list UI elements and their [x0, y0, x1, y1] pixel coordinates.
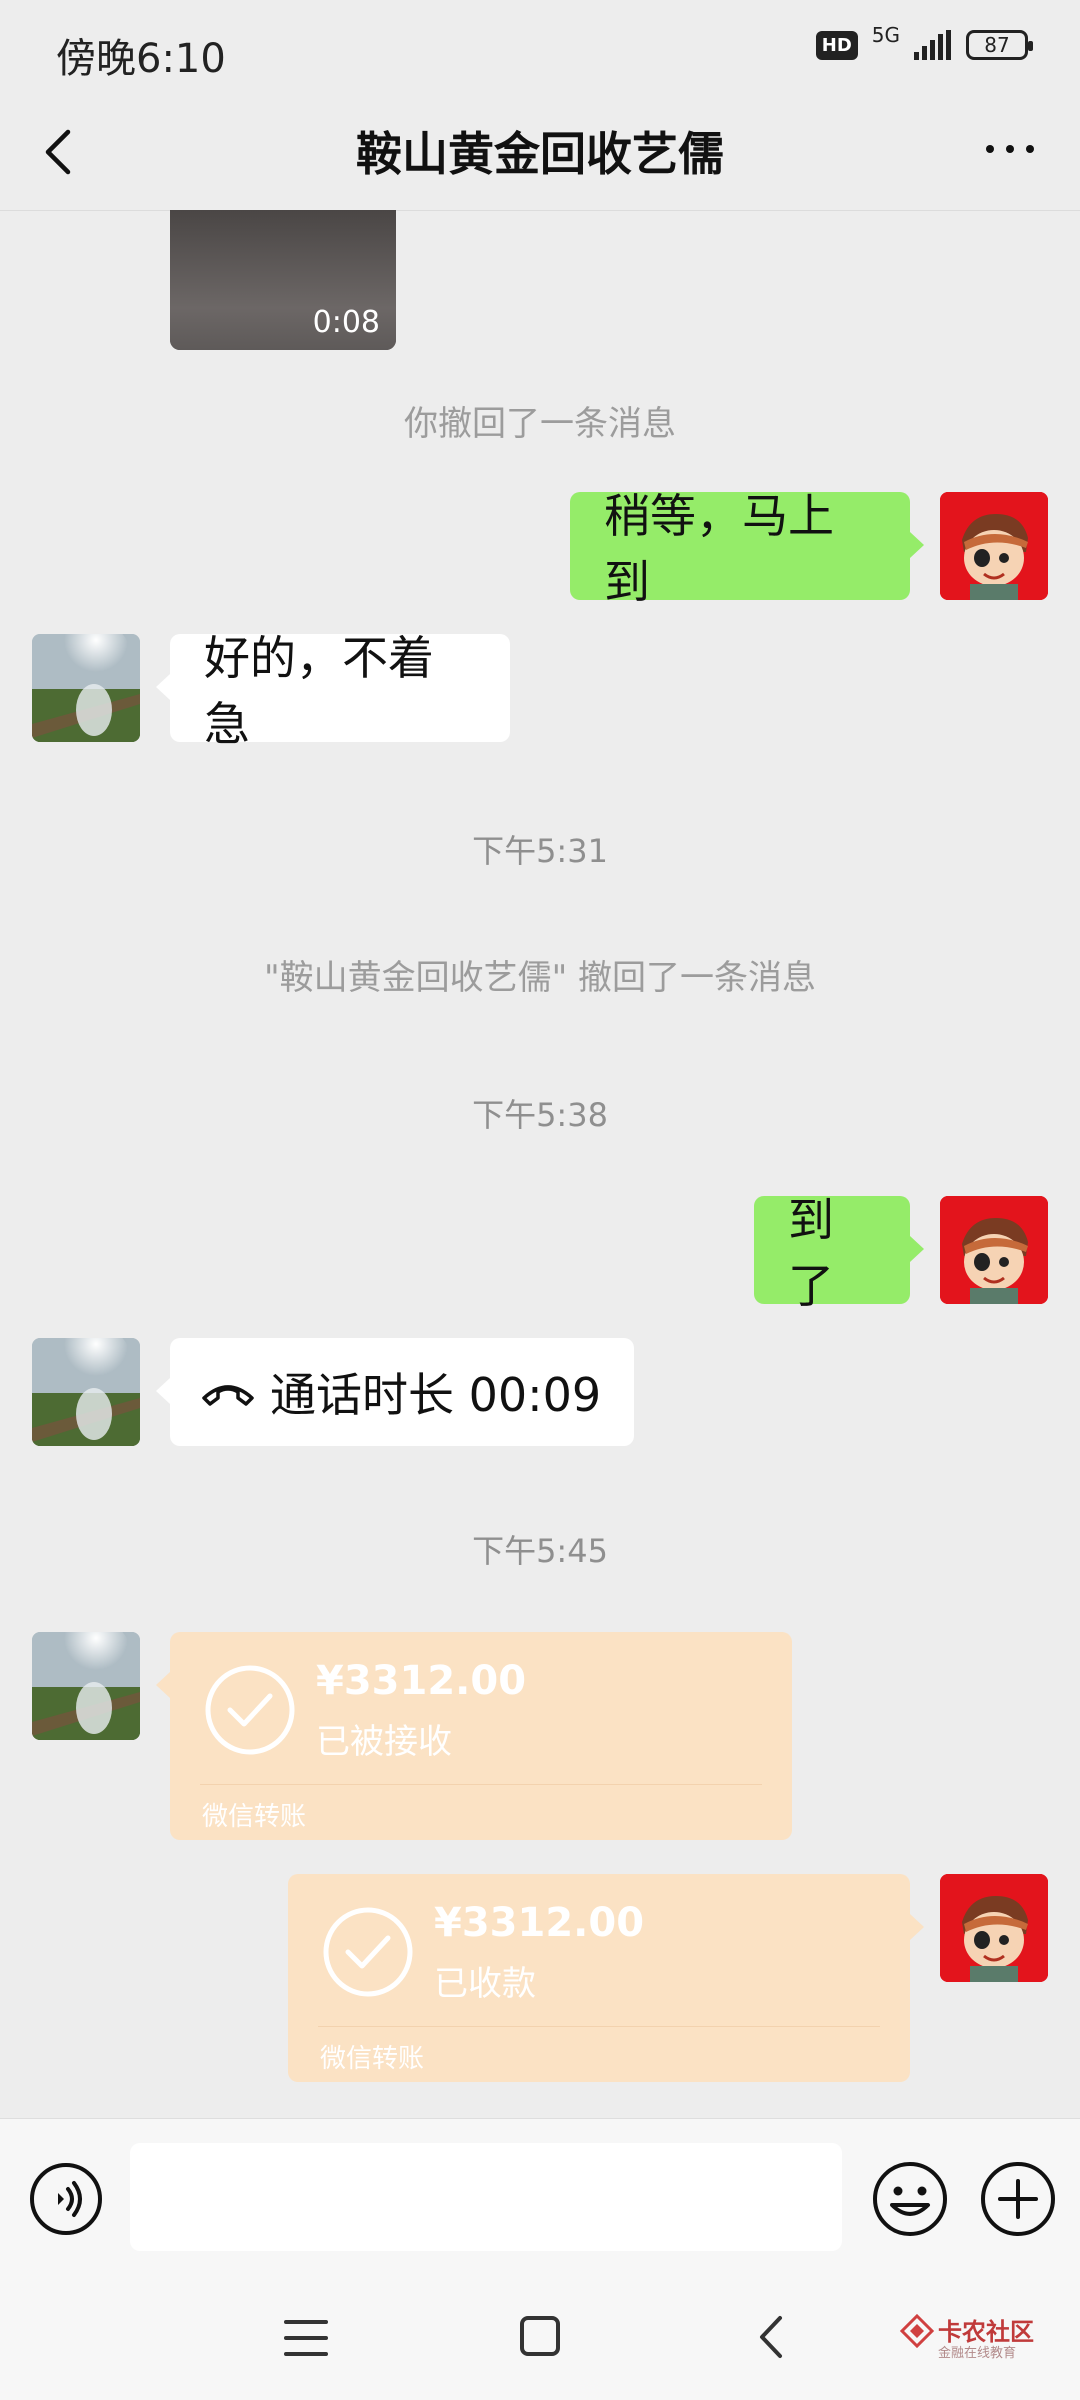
- landscape-avatar-icon: [32, 1632, 140, 1740]
- avatar-contact[interactable]: [32, 1632, 140, 1740]
- emoji-icon[interactable]: [870, 2159, 950, 2239]
- transfer-amount: ¥3312.00: [434, 1900, 645, 1946]
- check-circle-icon: [205, 1665, 295, 1755]
- bubble-tail: [156, 1378, 170, 1404]
- hd-badge: HD: [815, 30, 858, 60]
- message-text: 到了: [788, 1193, 834, 1313]
- transfer-label: 微信转账: [320, 2044, 425, 2074]
- avatar-me[interactable]: [940, 1874, 1048, 1982]
- bubble-tail: [156, 674, 170, 700]
- transfer-status: 已被接收: [316, 1722, 452, 1762]
- transfer-status: 已收款: [434, 1964, 536, 2004]
- watermark-subtitle: 金融在线教育: [938, 2346, 1017, 2361]
- battery-indicator: 87: [966, 30, 1033, 60]
- recent-apps-icon[interactable]: [282, 2316, 330, 2360]
- message-input[interactable]: [130, 2143, 842, 2251]
- video-duration: 0:08: [312, 305, 380, 340]
- avatar-me[interactable]: [940, 492, 1048, 600]
- transfer-card-received-by-me[interactable]: ¥3312.00 已收款 微信转账: [288, 1874, 910, 2082]
- plus-icon[interactable]: [978, 2159, 1058, 2239]
- battery-level: 87: [984, 33, 1010, 57]
- divider: [200, 1784, 762, 1785]
- message-bubble-contact[interactable]: 好的，不着急: [170, 631, 510, 751]
- timestamp: 下午5:38: [472, 1096, 608, 1134]
- video-message[interactable]: 0:08: [170, 210, 396, 350]
- status-time: 傍晚6:10: [56, 36, 226, 82]
- nav-back-icon[interactable]: [752, 2312, 792, 2362]
- landscape-avatar-icon: [32, 1338, 140, 1446]
- transfer-card-received-by-contact[interactable]: ¥3312.00 已被接收 微信转账: [170, 1632, 792, 1840]
- voice-input-icon[interactable]: [28, 2161, 104, 2237]
- message-bubble-me[interactable]: 稍等，马上到: [570, 489, 910, 609]
- call-duration-text: 通话时长 00:09: [270, 1368, 602, 1422]
- kanong-logo-icon: [900, 2314, 934, 2348]
- status-bar: 傍晚6:10 HD 5G 87: [0, 0, 1080, 100]
- divider: [318, 2026, 880, 2027]
- chat-title: 鞍山黄金回收艺儒: [356, 127, 724, 181]
- message-bubble-me[interactable]: 到了: [754, 1193, 910, 1313]
- recall-notice: 你撤回了一条消息: [404, 404, 676, 444]
- message-text: 好的，不着急: [204, 631, 434, 751]
- avatar-contact[interactable]: [32, 634, 140, 742]
- cartoon-avatar-icon: [940, 1874, 1048, 1982]
- timestamp: 下午5:45: [472, 1532, 608, 1570]
- avatar-me[interactable]: [940, 1196, 1048, 1304]
- call-record-bubble[interactable]: 通话时长 00:09: [170, 1338, 634, 1446]
- bubble-tail: [156, 1672, 170, 1698]
- recall-notice: "鞍山黄金回收艺儒" 撤回了一条消息: [263, 958, 817, 998]
- home-icon[interactable]: [516, 2312, 564, 2360]
- cartoon-avatar-icon: [940, 492, 1048, 600]
- bubble-tail: [910, 1914, 924, 1940]
- transfer-label: 微信转账: [202, 1802, 307, 1832]
- status-icons: HD 5G 87: [815, 23, 1033, 60]
- watermark: 卡农社区 金融在线教育: [900, 2308, 1050, 2368]
- phone-hangup-icon: [202, 1385, 254, 1406]
- bubble-tail: [910, 532, 924, 558]
- cartoon-avatar-icon: [940, 1196, 1048, 1304]
- avatar-contact[interactable]: [32, 1338, 140, 1446]
- chat-area[interactable]: 0:08 你撤回了一条消息 稍等，马上到 好的，不着急 下午5:31 "鞍山黄金…: [0, 210, 1080, 2118]
- timestamp: 下午5:31: [472, 832, 608, 870]
- transfer-amount: ¥3312.00: [316, 1658, 527, 1704]
- landscape-avatar-icon: [32, 634, 140, 742]
- check-circle-icon: [323, 1907, 413, 1997]
- more-options-icon[interactable]: [980, 134, 1040, 164]
- system-nav-bar: 卡农社区 金融在线教育: [0, 2276, 1080, 2400]
- signal-icon: [914, 30, 951, 60]
- bubble-tail: [910, 1236, 924, 1262]
- input-bar: [0, 2118, 1080, 2277]
- chat-header: 鞍山黄金回收艺儒: [0, 100, 1080, 211]
- network-type: 5G: [871, 23, 900, 47]
- message-text: 稍等，马上到: [604, 489, 834, 609]
